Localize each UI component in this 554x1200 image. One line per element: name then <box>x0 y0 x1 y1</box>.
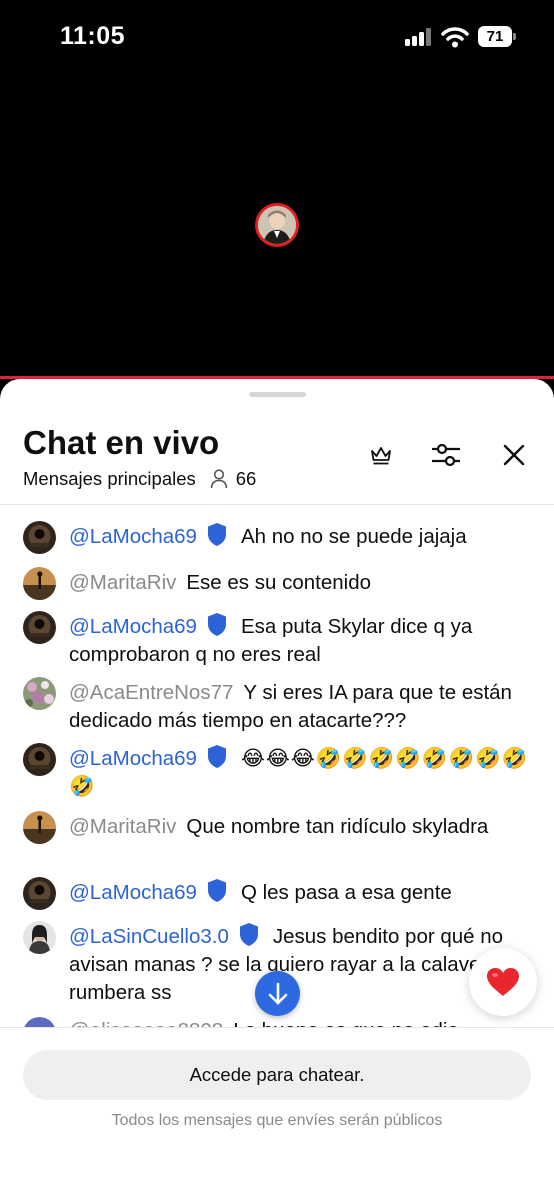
message-text: Lo bueno es que no odia <box>233 1019 459 1027</box>
avatar[interactable] <box>23 811 56 844</box>
crown-button[interactable] <box>363 437 399 473</box>
author-name[interactable]: @LaMocha69 <box>69 615 197 638</box>
message-text: Que nombre tan ridículo skyladra <box>186 815 489 838</box>
message-text: Q les pasa a esa gente <box>240 881 452 904</box>
person-icon <box>210 469 228 489</box>
screen: 11:05 71 Chat en vivo Mensajes principal… <box>0 0 554 1200</box>
moderator-shield-icon <box>207 745 226 768</box>
reaction-button[interactable] <box>469 948 537 1016</box>
chat-message-list[interactable]: @LaMocha69 Ah no no se puede jajaja @Mari… <box>0 505 554 1027</box>
avatar[interactable] <box>23 921 56 954</box>
viewer-count-value: 66 <box>235 468 257 489</box>
author-name[interactable]: @MaritaRiv <box>69 815 176 838</box>
avatar[interactable] <box>23 743 56 776</box>
sign-in-to-chat-button[interactable]: Accede para chatear. <box>23 1050 531 1100</box>
chat-mode-label: Mensajes principales <box>23 468 196 489</box>
moderator-shield-icon <box>207 879 226 902</box>
viewer-count: 66 <box>210 468 257 490</box>
crown-icon <box>371 447 391 465</box>
drag-handle[interactable] <box>249 392 306 397</box>
chat-settings-button[interactable] <box>428 437 464 473</box>
cellular-signal-icon <box>405 28 433 46</box>
author-name[interactable]: @elisaaaaa8808 <box>69 1019 223 1027</box>
avatar[interactable] <box>23 877 56 910</box>
author-name[interactable]: @LaMocha69 <box>69 747 197 770</box>
moderator-shield-icon <box>207 523 226 546</box>
message-text: Ah no no se puede jajaja <box>240 525 467 548</box>
heart-icon <box>487 968 519 996</box>
chat-filter-selector[interactable]: Mensajes principales 66 <box>23 468 256 490</box>
video-player[interactable] <box>0 70 554 378</box>
close-chat-button[interactable] <box>496 437 532 473</box>
live-chat-panel: Chat en vivo Mensajes principales 66 @La… <box>0 379 554 1200</box>
author-name[interactable]: @LaMocha69 <box>69 881 197 904</box>
avatar[interactable] <box>23 1017 56 1027</box>
input-divider <box>0 1027 554 1028</box>
moderator-shield-icon <box>239 923 258 946</box>
scroll-to-bottom-button[interactable] <box>255 971 300 1016</box>
chat-title: Chat en vivo <box>23 424 220 461</box>
avatar[interactable] <box>23 677 56 710</box>
status-time: 11:05 <box>60 22 126 50</box>
wifi-icon <box>441 26 469 48</box>
author-name[interactable]: @AcaEntreNos77 <box>69 681 233 704</box>
avatar[interactable] <box>23 521 56 554</box>
arrow-down-icon <box>268 982 287 1004</box>
avatar[interactable] <box>23 567 56 600</box>
message-text: Ese es su contenido <box>186 571 371 594</box>
author-name[interactable]: @LaMocha69 <box>69 525 197 548</box>
status-bar: 11:05 71 <box>0 0 554 70</box>
author-name[interactable]: @MaritaRiv <box>69 571 176 594</box>
avatar[interactable] <box>23 611 56 644</box>
battery-icon: 71 <box>478 26 516 47</box>
sliders-icon <box>432 443 460 467</box>
moderator-shield-icon <box>207 613 226 636</box>
public-messages-note: Todos los mensajes que envíes serán públ… <box>111 1112 443 1129</box>
close-icon <box>503 444 525 466</box>
battery-level: 71 <box>478 26 512 47</box>
channel-avatar[interactable] <box>255 203 299 247</box>
author-name[interactable]: @LaSinCuello3.0 <box>69 925 229 948</box>
